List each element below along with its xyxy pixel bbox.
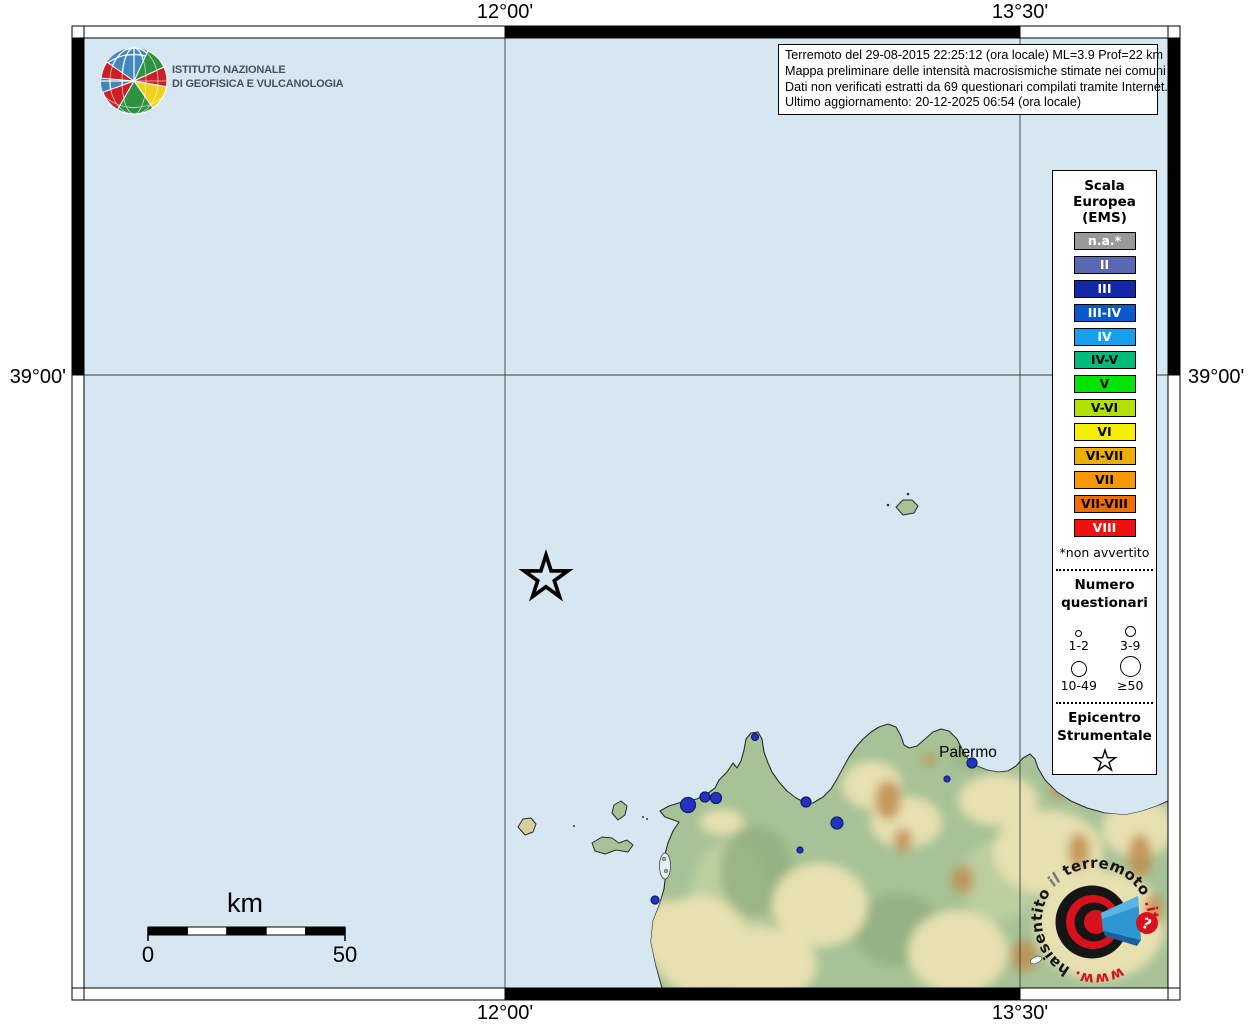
size-class-label: 10-49 xyxy=(1061,678,1097,693)
size-circle-icon xyxy=(1125,626,1136,637)
size-circle-icon xyxy=(1071,661,1087,677)
intensity-item-iv-v: IV-V xyxy=(1074,351,1136,369)
axis-label-bottom: 12°00' xyxy=(445,1002,565,1024)
intensity-item-v-vi: V-VI xyxy=(1074,399,1136,417)
epicenter-title: Epicentro Strumentale xyxy=(1053,709,1156,745)
observation-dot xyxy=(700,792,710,802)
intensity-item-iii-iv: III-IV xyxy=(1074,304,1136,322)
observation-dot xyxy=(752,734,759,741)
ingv-logo-text: ISTITUTO NAZIONALE DI GEOFISICA E VULCAN… xyxy=(172,64,343,91)
island-favignana xyxy=(592,837,633,854)
intensity-item-viii: VIII xyxy=(1074,519,1136,537)
legend-divider xyxy=(1056,569,1153,571)
scale-bar-unit: km xyxy=(185,888,305,919)
size-class-label: 1-2 xyxy=(1069,638,1089,653)
observation-dot xyxy=(801,797,811,807)
intensity-item-vi-vii: VI-VII xyxy=(1074,447,1136,465)
size-class-label: ≥50 xyxy=(1117,678,1143,693)
size-circle-icon xyxy=(1075,630,1082,637)
questionnaire-size-classes: 1-2 3-9 10-49 ≥50 xyxy=(1053,614,1156,693)
axis-label-left: 39°00' xyxy=(0,366,66,388)
ingv-logo-globe xyxy=(101,48,167,114)
stagnone-lagoon xyxy=(660,853,671,879)
intensity-item-vii: VII xyxy=(1074,471,1136,489)
observation-dot xyxy=(711,793,722,804)
observation-dot xyxy=(797,847,803,853)
star-icon xyxy=(1092,747,1118,773)
watermark-it: .it xyxy=(1141,897,1162,920)
questionnaire-class-50: ≥50 xyxy=(1105,654,1157,693)
questionnaires-title: Numero questionari xyxy=(1053,576,1156,612)
intensity-item-iv: IV xyxy=(1074,328,1136,346)
scale-bar-end: 50 xyxy=(315,942,375,968)
observation-dot xyxy=(944,776,950,782)
questionnaire-class-12: 1-2 xyxy=(1053,614,1105,653)
intensity-scale-items: n.a.*IIIIIIII-IVIVIV-VVV-VIVIVI-VIIVIIVI… xyxy=(1053,232,1156,543)
legend-box: Scala Europea (EMS) n.a.*IIIIIIII-IVIVIV… xyxy=(1052,170,1157,775)
intensity-item-vii-viii: VII-VIII xyxy=(1074,495,1136,513)
axis-label-top: 13°30' xyxy=(960,1,1080,23)
size-circle-icon xyxy=(1120,656,1141,677)
ingv-logo-line1: ISTITUTO NAZIONALE xyxy=(172,64,343,78)
questionnaire-class-1049: 10-49 xyxy=(1053,654,1105,693)
legend-divider xyxy=(1056,702,1153,704)
legend-footnote: *non avvertito xyxy=(1053,545,1156,560)
intensity-item-ii: II xyxy=(1074,256,1136,274)
axis-label-top: 12°00' xyxy=(445,1,565,23)
intensity-item-n-a-: n.a.* xyxy=(1074,232,1136,250)
info-line: Dati non verificati estratti da 69 quest… xyxy=(785,80,1151,96)
scale-bar-start: 0 xyxy=(118,942,178,968)
intensity-item-iii: III xyxy=(1074,280,1136,298)
city-label-palermo: Palermo xyxy=(939,744,997,761)
questionnaire-class-39: 3-9 xyxy=(1105,614,1157,653)
observation-dot xyxy=(651,896,659,904)
epicenter-legend-star xyxy=(1053,747,1156,777)
ingv-macroseismic-map-page: { "logo": { "line1": "ISTITUTO NAZIONALE… xyxy=(0,0,1254,1024)
intensity-item-v: V xyxy=(1074,375,1136,393)
axis-label-bottom: 13°30' xyxy=(960,1002,1080,1024)
info-line: Ultimo aggiornamento: 20-12-2025 06:54 (… xyxy=(785,95,1151,111)
legend-title: Scala Europea (EMS) xyxy=(1053,178,1156,226)
size-class-label: 3-9 xyxy=(1120,638,1140,653)
observation-dot xyxy=(831,817,843,829)
observation-dot xyxy=(681,798,696,813)
ingv-logo-line2: DI GEOFISICA E VULCANOLOGIA xyxy=(172,78,343,92)
info-line: Mappa preliminare delle intensità macros… xyxy=(785,64,1151,80)
intensity-item-vi: VI xyxy=(1074,423,1136,441)
info-line: Terremoto del 29-08-2015 22:25:12 (ora l… xyxy=(785,48,1151,64)
axis-label-right: 39°00' xyxy=(1188,366,1254,388)
earthquake-info-box: Terremoto del 29-08-2015 22:25:12 (ora l… xyxy=(778,44,1158,115)
